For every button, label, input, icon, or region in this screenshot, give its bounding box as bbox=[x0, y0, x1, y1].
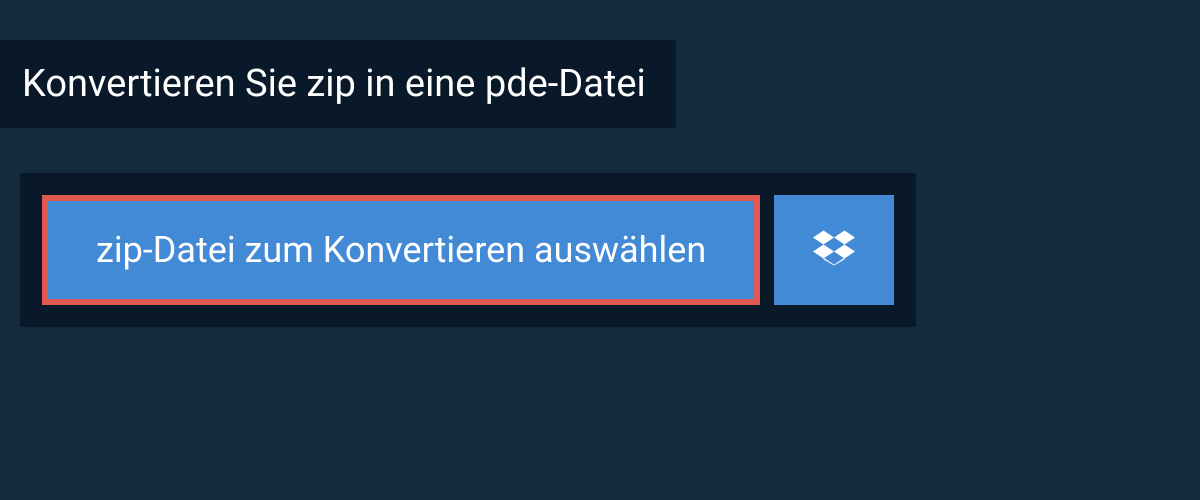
dropbox-button[interactable] bbox=[774, 195, 894, 305]
select-file-label: zip-Datei zum Konvertieren auswählen bbox=[96, 229, 706, 271]
header-bar: Konvertieren Sie zip in eine pde-Datei bbox=[0, 40, 676, 128]
page-title: Konvertieren Sie zip in eine pde-Datei bbox=[22, 62, 646, 106]
dropbox-icon bbox=[813, 227, 855, 273]
upload-panel: zip-Datei zum Konvertieren auswählen bbox=[20, 173, 916, 327]
select-file-button[interactable]: zip-Datei zum Konvertieren auswählen bbox=[42, 195, 760, 305]
